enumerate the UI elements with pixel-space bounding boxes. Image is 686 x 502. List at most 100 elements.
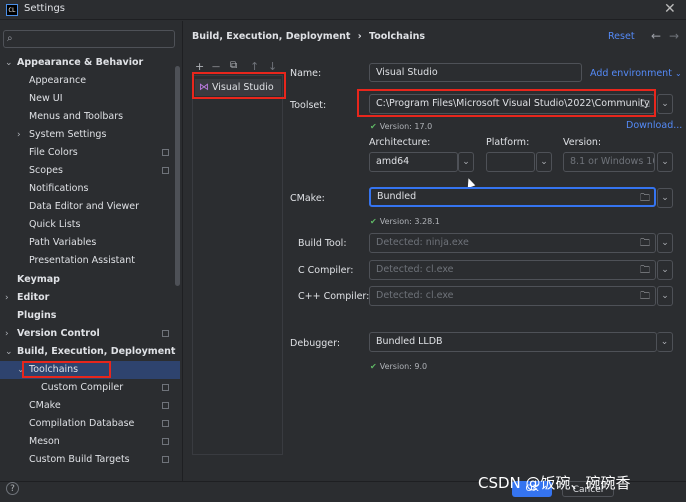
close-window-button[interactable]: ✕: [664, 1, 676, 17]
chevron-down-icon: ⌄: [661, 265, 669, 275]
sidebar-item-system-settings[interactable]: › System Settings: [0, 126, 180, 144]
chevron-down-icon: ⌄: [661, 157, 669, 167]
chevron-right-icon: ›: [5, 293, 9, 303]
folder-icon[interactable]: 🗀: [640, 263, 650, 280]
version-dropdown-button[interactable]: ⌄: [657, 152, 673, 172]
chevron-down-icon: ⌄: [661, 193, 669, 203]
architecture-select[interactable]: amd64: [369, 152, 458, 172]
forward-arrow-icon[interactable]: →: [669, 29, 679, 43]
build-tool-dropdown-button[interactable]: ⌄: [657, 233, 673, 253]
sidebar-item-file-colors[interactable]: File Colors: [0, 144, 180, 162]
sidebar-item-path-variables[interactable]: Path Variables: [0, 234, 180, 252]
architecture-label: Architecture:: [369, 137, 431, 148]
checkmark-icon: ✔: [370, 362, 377, 371]
build-tool-field[interactable]: Detected: ninja.exe: [369, 233, 656, 253]
cmake-label: CMake:: [290, 193, 325, 204]
breadcrumb-current: Toolchains: [369, 31, 426, 42]
platform-dropdown-button[interactable]: ⌄: [536, 152, 552, 172]
back-arrow-icon[interactable]: ←: [651, 29, 661, 43]
search-icon: ⌕: [7, 33, 13, 44]
cmake-field[interactable]: Bundled: [369, 187, 656, 207]
c-compiler-field[interactable]: Detected: cl.exe: [369, 260, 656, 280]
architecture-dropdown-button[interactable]: ⌄: [458, 152, 474, 172]
folder-icon[interactable]: 🗀: [640, 289, 650, 306]
chevron-down-icon: ⌄: [661, 238, 669, 248]
debugger-version: ✔ Version: 9.0: [370, 362, 428, 371]
sidebar-item-scopes[interactable]: Scopes: [0, 162, 180, 180]
sidebar-item-plugins[interactable]: Plugins: [0, 307, 180, 325]
project-level-icon: [162, 330, 169, 337]
sidebar-item-new-ui[interactable]: New UI: [0, 90, 180, 108]
sidebar-item-keymap[interactable]: Keymap: [0, 271, 180, 289]
project-level-icon: [162, 402, 169, 409]
folder-icon[interactable]: 🗀: [640, 191, 650, 208]
checkmark-icon: ✔: [370, 122, 377, 131]
c-compiler-dropdown-button[interactable]: ⌄: [657, 260, 673, 280]
sidebar-item-quick-lists[interactable]: Quick Lists: [0, 216, 180, 234]
sidebar-item-appearance[interactable]: Appearance: [0, 72, 180, 90]
folder-icon[interactable]: 🗀: [640, 236, 650, 253]
sidebar-item-cmake[interactable]: CMake: [0, 397, 180, 415]
toolset-dropdown-button[interactable]: ⌄: [657, 94, 673, 114]
breadcrumb: Build, Execution, Deployment › Toolchain…: [192, 31, 425, 42]
version-select[interactable]: 8.1 or Windows 10: [563, 152, 655, 172]
project-level-icon: [162, 456, 169, 463]
sidebar-item-custom-compiler[interactable]: Custom Compiler: [0, 379, 180, 397]
debugger-select[interactable]: Bundled LLDB: [369, 332, 657, 352]
download-link[interactable]: Download...: [626, 120, 682, 131]
clion-app-icon: CL: [6, 4, 18, 16]
sidebar-item-presentation-assistant[interactable]: Presentation Assistant: [0, 252, 180, 270]
breadcrumb-separator: ›: [357, 31, 362, 42]
platform-select[interactable]: [486, 152, 535, 172]
breadcrumb-parent[interactable]: Build, Execution, Deployment: [192, 31, 350, 42]
title-bar: [0, 0, 686, 20]
sidebar-item-data-editor[interactable]: Data Editor and Viewer: [0, 198, 180, 216]
chevron-down-icon: ⌄: [5, 347, 13, 357]
chevron-down-icon: ⌄: [660, 337, 669, 347]
cmake-dropdown-button[interactable]: ⌄: [657, 188, 673, 208]
chevron-down-icon: ⌄: [462, 157, 470, 167]
project-level-icon: [162, 438, 169, 445]
sidebar-item-build-execution-deployment[interactable]: ⌄ Build, Execution, Deployment: [0, 343, 180, 361]
chevron-down-icon: ⌄: [661, 99, 669, 109]
name-label: Name:: [290, 68, 322, 79]
cmake-version: ✔ Version: 3.28.1: [370, 217, 440, 226]
sidebar-item-editor[interactable]: › Editor: [0, 289, 180, 307]
watermark-text: CSDN @饭碗、碗碗香: [478, 474, 631, 492]
window-title: Settings: [24, 3, 66, 14]
sidebar-item-compilation-database[interactable]: Compilation Database: [0, 415, 180, 433]
settings-search-input[interactable]: ⌕: [3, 30, 175, 48]
toolchains-highlight-box: [22, 361, 111, 378]
sidebar-scrollbar[interactable]: [175, 66, 180, 286]
c-compiler-label: C Compiler:: [298, 265, 354, 276]
toolchain-item-highlight-box: [192, 72, 286, 99]
build-tool-label: Build Tool:: [298, 238, 347, 249]
toolset-highlight-box: [357, 89, 656, 117]
toolchain-list: [192, 75, 283, 455]
reset-button[interactable]: Reset: [608, 31, 635, 42]
name-field[interactable]: Visual Studio: [369, 63, 582, 82]
project-level-icon: [162, 149, 169, 156]
cpp-compiler-field[interactable]: Detected: cl.exe: [369, 286, 656, 306]
cpp-compiler-dropdown-button[interactable]: ⌄: [657, 286, 673, 306]
debugger-dropdown-button[interactable]: ⌄: [657, 332, 673, 352]
sidebar-item-version-control[interactable]: › Version Control: [0, 325, 180, 343]
remove-toolchain-button[interactable]: —: [212, 62, 220, 71]
add-environment-link[interactable]: Add environment ⌄: [590, 68, 682, 79]
sidebar-item-notifications[interactable]: Notifications: [0, 180, 180, 198]
project-level-icon: [162, 420, 169, 427]
close-icon: ✕: [664, 1, 676, 17]
chevron-down-icon: ⌄: [540, 157, 548, 167]
chevron-down-icon: ⌄: [674, 69, 682, 78]
sidebar-item-appearance-behavior[interactable]: ⌄ Appearance & Behavior: [0, 54, 180, 72]
sidebar-item-menus-toolbars[interactable]: Menus and Toolbars: [0, 108, 180, 126]
sidebar-item-meson[interactable]: Meson: [0, 433, 180, 451]
help-button[interactable]: ?: [6, 482, 19, 495]
checkmark-icon: ✔: [370, 217, 377, 226]
sidebar-item-custom-build-targets[interactable]: Custom Build Targets: [0, 451, 180, 469]
copy-toolchain-button[interactable]: ⧉: [230, 60, 237, 71]
toolset-label: Toolset:: [290, 100, 327, 111]
project-level-icon: [162, 384, 169, 391]
debugger-label: Debugger:: [290, 338, 341, 349]
chevron-down-icon: ⌄: [661, 291, 669, 301]
